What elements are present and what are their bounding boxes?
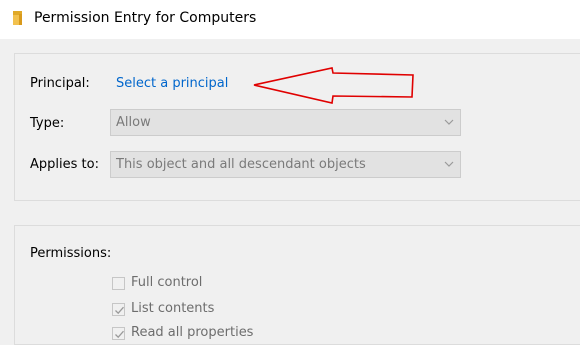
applies-to-dropdown[interactable]: This object and all descendant objects	[110, 151, 461, 178]
permission-label: List contents	[131, 301, 215, 316]
chevron-down-icon	[444, 161, 454, 167]
permissions-label: Permissions:	[30, 246, 112, 261]
type-dropdown[interactable]: Allow	[110, 109, 461, 136]
select-principal-link[interactable]: Select a principal	[116, 76, 228, 91]
window-title: Permission Entry for Computers	[34, 10, 257, 26]
checkbox[interactable]	[112, 303, 125, 316]
applies-to-label: Applies to:	[30, 157, 99, 172]
permission-label: Read all properties	[131, 325, 254, 340]
folder-icon	[13, 11, 22, 25]
title-bar: Permission Entry for Computers	[0, 0, 580, 39]
principal-label: Principal:	[30, 76, 90, 91]
applies-to-value: This object and all descendant objects	[116, 157, 366, 172]
chevron-down-icon	[444, 119, 454, 125]
permission-label: Full control	[131, 275, 203, 290]
checkbox[interactable]	[112, 327, 125, 340]
type-value: Allow	[116, 115, 151, 130]
checkbox[interactable]	[112, 277, 125, 290]
checkmark-icon	[115, 306, 124, 315]
permissions-group	[14, 225, 580, 345]
type-label: Type:	[30, 116, 65, 131]
annotation-arrow	[253, 67, 414, 104]
